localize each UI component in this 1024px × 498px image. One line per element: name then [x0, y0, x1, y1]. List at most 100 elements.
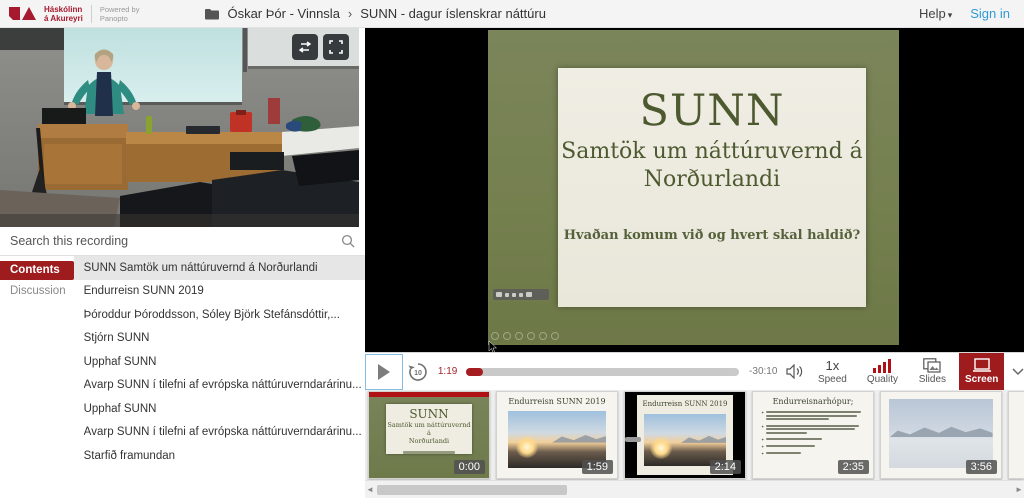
toolbar-glyph: [519, 293, 523, 297]
chapter-title: Ávarp SUNN í tilefni af evrópska náttúru…: [84, 426, 362, 438]
rewind-10-button[interactable]: 10: [403, 354, 434, 390]
slide-question: Hvaðan komum við og hvert skal haldið?: [564, 228, 860, 243]
slides-icon: [923, 358, 941, 373]
university-logo[interactable]: Háskólinn á Akureyri Powered by Panopto: [0, 5, 139, 23]
chapter-row[interactable]: Stjórn SUNN 4:33: [74, 327, 409, 351]
breadcrumb-folder-link[interactable]: Óskar Þór - Vinnsla: [227, 6, 339, 21]
tab-discussion[interactable]: Discussion: [0, 282, 74, 301]
screen-stream-button[interactable]: Screen: [959, 353, 1004, 391]
chapter-row[interactable]: Ávarp SUNN í tilefni af evrópska náttúru…: [74, 374, 409, 398]
nav-dot: [527, 332, 535, 340]
swap-icon: [297, 41, 313, 53]
speed-control[interactable]: 1x Speed: [814, 359, 850, 385]
nav-dot: [539, 332, 547, 340]
filmstrip-thumbnail-partial[interactable]: [1008, 391, 1024, 479]
chapter-title: Stjórn SUNN: [84, 332, 368, 344]
thumbnail-slide-title: Endurreisn SUNN 2019: [497, 397, 617, 406]
folder-icon: [205, 8, 219, 20]
thumbnail-slide-title: SUNN: [409, 407, 448, 421]
chapter-title: Starfið framundan: [84, 450, 362, 462]
university-name: Háskólinn á Akureyri: [44, 5, 83, 23]
fullscreen-icon: [329, 40, 343, 54]
quality-bars-icon: [873, 359, 891, 373]
current-slide-video: SUNN Samtök um náttúruvernd á Norðurland…: [488, 30, 899, 345]
main-video-stage[interactable]: SUNN Samtök um náttúruvernd á Norðurland…: [365, 28, 1024, 352]
mountain-silhouette: [681, 434, 726, 443]
preview-buttons: [292, 34, 349, 60]
progress-fill: [466, 368, 482, 376]
slide-title: SUNN: [640, 86, 785, 136]
chapter-title: Ávarp SUNN í tilefni af evrópska náttúru…: [84, 379, 368, 391]
scrollbar-thumb[interactable]: [377, 485, 567, 495]
quality-label: Quality: [867, 374, 898, 385]
chapter-row[interactable]: Upphaf SUNN 7:04: [74, 350, 409, 374]
search-input[interactable]: [0, 227, 331, 255]
chapter-row[interactable]: Ávarp SUNN í tilefni af evrópska náttúru…: [74, 421, 409, 445]
toolbar-glyph: [505, 293, 509, 297]
filmstrip-thumbnail[interactable]: Endurreisn SUNN 2019 1:59: [496, 391, 618, 479]
mountain-silhouette: [552, 432, 606, 442]
play-icon: [376, 363, 392, 381]
filmstrip-thumbnail[interactable]: SUNN Samtök um náttúruvernd á Norðurland…: [368, 391, 490, 479]
header-actions: Help▾ Sign in: [919, 6, 1024, 21]
quality-control[interactable]: Quality: [864, 359, 900, 385]
chapter-row[interactable]: Upphaf SUNN 9:32: [74, 397, 409, 421]
thumbnail-bullet-list: ✦ ✦ ✦ ✦ ✦: [753, 406, 873, 456]
tab-contents[interactable]: Contents: [0, 261, 74, 280]
volume-button[interactable]: [783, 364, 807, 379]
breadcrumb-separator: ›: [348, 6, 352, 21]
university-logo-icon: [8, 5, 38, 22]
filmstrip-thumbnail[interactable]: Endurreisn SUNN 2019 2:14: [624, 391, 746, 479]
filmstrip-thumbnail[interactable]: 3:56: [880, 391, 1002, 479]
scrollbar-track[interactable]: [375, 484, 1014, 496]
chapter-row[interactable]: Starfið framundan 16:15: [74, 444, 409, 468]
more-streams-button[interactable]: [1012, 368, 1024, 376]
progress-bar[interactable]: [466, 368, 739, 376]
thumbnail-progress-marker: [625, 437, 641, 442]
svg-text:10: 10: [415, 370, 423, 377]
speed-label: Speed: [818, 374, 847, 385]
remaining-time: -30:10: [749, 366, 777, 377]
thumbnail-slide-card: SUNN Samtök um náttúruvernd á Norðurland…: [386, 404, 472, 454]
play-button[interactable]: [365, 354, 403, 390]
playback-controls: 10 1:19 -30:10 1x Speed Quali: [365, 352, 1024, 390]
slides-control[interactable]: Slides: [914, 358, 950, 385]
thumbnail-winter-photo: [889, 399, 992, 468]
scroll-left-arrow[interactable]: ◄: [365, 485, 375, 494]
mountain-ridge: [889, 422, 992, 437]
sun-glow: [650, 437, 672, 459]
sun-glow: [516, 436, 538, 458]
thumbnail-slide-textline: [403, 451, 455, 454]
thumbnail-slide-title: Endurreisn SUNN 2019: [637, 400, 733, 408]
toolbar-glyph: [512, 293, 516, 297]
chapter-title: Upphaf SUNN: [84, 356, 368, 368]
presenter-video-preview[interactable]: [0, 28, 359, 227]
sign-in-link[interactable]: Sign in: [970, 6, 1010, 21]
breadcrumb: Óskar Þór - Vinnsla › SUNN - dagur íslen…: [205, 6, 546, 21]
chapter-row[interactable]: Þóroddur Þóroddsson, Sóley Björk Stefáns…: [74, 303, 409, 327]
current-time: 1:19: [438, 366, 459, 377]
help-menu[interactable]: Help▾: [919, 6, 952, 21]
search-button[interactable]: [331, 234, 365, 248]
speed-value: 1x: [826, 359, 840, 373]
chapter-row[interactable]: Endurreisn SUNN 2019 1:59: [74, 280, 409, 304]
swap-streams-button[interactable]: [292, 34, 318, 60]
slide-card: SUNN Samtök um náttúruvernd á Norðurland…: [558, 68, 866, 307]
toolbar-glyph: [526, 292, 532, 297]
chapter-title: SUNN Samtök um náttúruvernd á Norðurland…: [84, 262, 368, 274]
slides-label: Slides: [919, 374, 946, 385]
nav-dot: [551, 332, 559, 340]
nav-dot: [503, 332, 511, 340]
chapter-row[interactable]: SUNN Samtök um náttúruvernd á Norðurland…: [74, 256, 409, 280]
toolbar-glyph: [496, 292, 502, 297]
left-panel: Contents Discussion SUNN Samtök um náttú…: [0, 28, 365, 498]
presentation-nav-controls: [491, 332, 559, 340]
fullscreen-button[interactable]: [323, 34, 349, 60]
panopto-viewer: Háskólinn á Akureyri Powered by Panopto …: [0, 0, 1024, 498]
scroll-right-arrow[interactable]: ►: [1014, 485, 1024, 494]
thumbnail-slide-title: Endurreisnarhópur;: [753, 397, 873, 406]
presentation-mini-toolbar: [493, 289, 549, 300]
contents-area: Contents Discussion SUNN Samtök um náttú…: [0, 256, 365, 498]
logo-divider: [91, 5, 92, 23]
filmstrip-thumbnail[interactable]: Endurreisnarhópur; ✦ ✦ ✦ ✦ ✦ 2:35: [752, 391, 874, 479]
